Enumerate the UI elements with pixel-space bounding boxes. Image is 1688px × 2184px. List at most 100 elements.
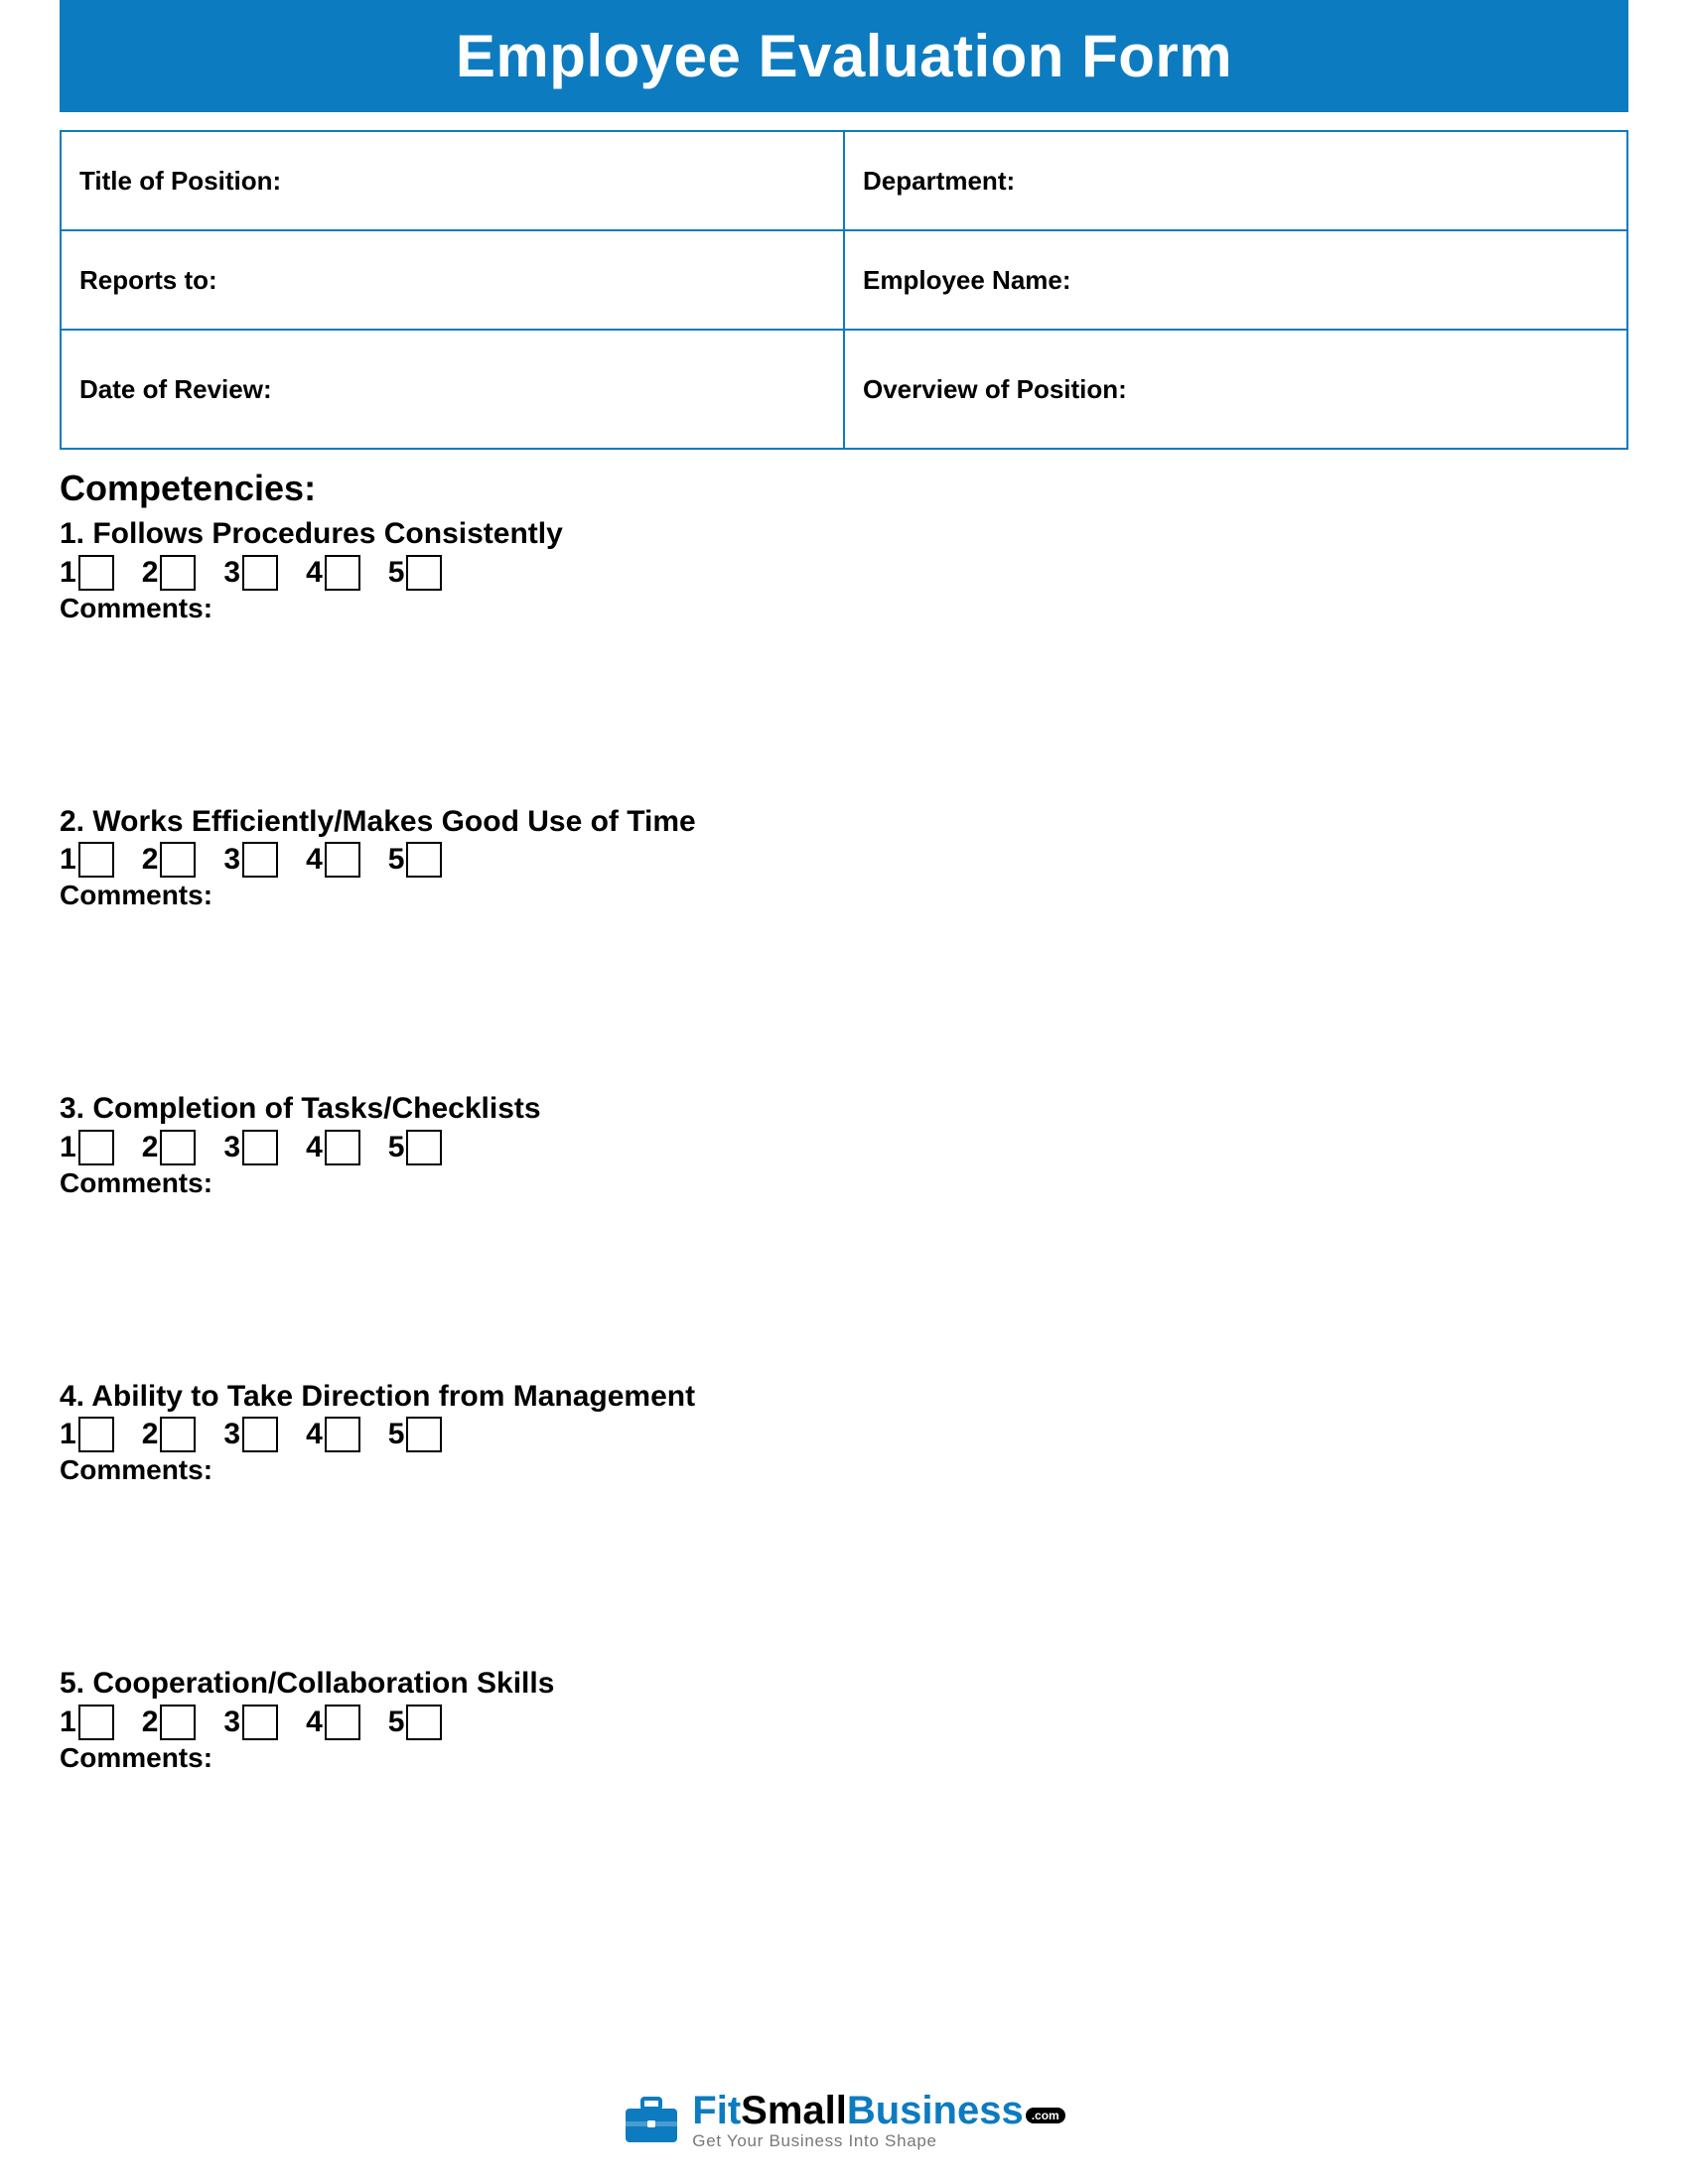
rating-option: 1 — [60, 1705, 114, 1740]
field-title-of-position[interactable]: Title of Position: — [61, 131, 844, 230]
briefcase-icon — [623, 2097, 680, 2144]
rating-option: 2 — [142, 555, 197, 591]
footer-tagline: Get Your Business Into Shape — [692, 2132, 936, 2149]
rating-checkbox[interactable] — [406, 1130, 442, 1165]
rating-checkbox[interactable] — [160, 842, 196, 878]
rating-number: 4 — [306, 843, 323, 877]
rating-number: 3 — [223, 556, 240, 590]
rating-checkbox[interactable] — [78, 842, 114, 878]
rating-option: 3 — [223, 555, 278, 591]
competency-block: 1. Follows Procedures Consistently1 23 4 5C… — [60, 515, 1628, 624]
rating-checkbox[interactable] — [78, 1417, 114, 1452]
rating-checkbox[interactable] — [160, 1705, 196, 1740]
brand-fit: Fit — [692, 2091, 741, 2130]
rating-option: 1 — [60, 555, 114, 591]
rating-number: 5 — [388, 556, 405, 590]
rating-row: 1 2 3 4 5 — [60, 842, 1628, 878]
rating-number: 2 — [142, 1706, 159, 1739]
rating-number: 2 — [142, 843, 159, 877]
rating-option: 1 — [60, 1417, 114, 1452]
rating-option: 5 — [388, 842, 443, 878]
competency-block: 4. Ability to Take Direction from Manage… — [60, 1378, 1628, 1487]
rating-option: 3 — [223, 1130, 278, 1165]
rating-row: 12345 — [60, 555, 1628, 591]
competency-block: 2. Works Efficiently/Makes Good Use of T… — [60, 803, 1628, 912]
competency-title: 3. Completion of Tasks/Checklists — [60, 1090, 1628, 1128]
rating-checkbox[interactable] — [160, 1417, 196, 1452]
rating-checkbox[interactable] — [406, 1417, 442, 1452]
rating-checkbox[interactable] — [160, 1130, 196, 1165]
rating-number: 5 — [388, 1418, 405, 1451]
rating-checkbox[interactable] — [242, 1130, 278, 1165]
rating-option: 1 — [60, 842, 114, 878]
rating-number: 4 — [306, 556, 323, 590]
comments-label: Comments: — [60, 1742, 1628, 1774]
rating-option: 1 — [60, 1130, 114, 1165]
field-employee-name[interactable]: Employee Name: — [844, 230, 1627, 330]
rating-option: 4 — [306, 1130, 360, 1165]
rating-option: 3 — [223, 842, 278, 878]
rating-number: 3 — [223, 1131, 240, 1164]
rating-row: 12345 — [60, 1130, 1628, 1165]
footer-brand: FitSmallBusiness.com — [692, 2091, 1064, 2130]
rating-checkbox[interactable] — [325, 1130, 360, 1165]
rating-row: 12 3 4 5 — [60, 1705, 1628, 1740]
brand-small: Small — [741, 2091, 847, 2130]
rating-number: 4 — [306, 1418, 323, 1451]
rating-number: 4 — [306, 1706, 323, 1739]
comments-label: Comments: — [60, 1167, 1628, 1199]
brand-dotcom: .com — [1026, 2108, 1065, 2123]
rating-number: 5 — [388, 1706, 405, 1739]
rating-checkbox[interactable] — [78, 1130, 114, 1165]
rating-number: 3 — [223, 1418, 240, 1451]
rating-checkbox[interactable] — [325, 842, 360, 878]
rating-checkbox[interactable] — [406, 842, 442, 878]
rating-option: 4 — [306, 1705, 360, 1740]
rating-checkbox[interactable] — [160, 555, 196, 591]
field-overview-of-position[interactable]: Overview of Position: — [844, 330, 1627, 449]
field-date-of-review[interactable]: Date of Review: — [61, 330, 844, 449]
rating-number: 4 — [306, 1131, 323, 1164]
comments-label: Comments: — [60, 880, 1628, 911]
rating-number: 1 — [60, 843, 76, 877]
footer: FitSmallBusiness.com Get Your Business I… — [0, 2091, 1688, 2149]
rating-number: 1 — [60, 556, 76, 590]
rating-checkbox[interactable] — [242, 1417, 278, 1452]
competencies-heading: Competencies: — [60, 468, 1628, 509]
rating-checkbox[interactable] — [78, 1705, 114, 1740]
rating-number: 5 — [388, 1131, 405, 1164]
competency-title: 4. Ability to Take Direction from Manage… — [60, 1378, 1628, 1416]
rating-checkbox[interactable] — [242, 842, 278, 878]
competency-title: 5. Cooperation/Collaboration Skills — [60, 1665, 1628, 1703]
rating-option: 2 — [142, 1130, 197, 1165]
rating-checkbox[interactable] — [406, 1705, 442, 1740]
competency-title: 1. Follows Procedures Consistently — [60, 515, 1628, 553]
rating-option: 5 — [388, 1417, 443, 1452]
field-department[interactable]: Department: — [844, 131, 1627, 230]
competency-title: 2. Works Efficiently/Makes Good Use of T… — [60, 803, 1628, 841]
rating-checkbox[interactable] — [325, 555, 360, 591]
rating-option: 5 — [388, 1130, 443, 1165]
rating-option: 2 — [142, 842, 197, 878]
rating-row: 123 4 5 — [60, 1417, 1628, 1452]
rating-number: 3 — [223, 1706, 240, 1739]
rating-checkbox[interactable] — [325, 1417, 360, 1452]
rating-option: 4 — [306, 1417, 360, 1452]
rating-option: 5 — [388, 1705, 443, 1740]
field-reports-to[interactable]: Reports to: — [61, 230, 844, 330]
rating-option: 2 — [142, 1417, 197, 1452]
info-table: Title of Position: Department: Reports t… — [60, 130, 1628, 450]
rating-number: 3 — [223, 843, 240, 877]
rating-checkbox[interactable] — [242, 1705, 278, 1740]
rating-option: 5 — [388, 555, 443, 591]
rating-checkbox[interactable] — [325, 1705, 360, 1740]
competency-block: 5. Cooperation/Collaboration Skills12 3 4 5… — [60, 1665, 1628, 1774]
rating-checkbox[interactable] — [242, 555, 278, 591]
rating-number: 1 — [60, 1131, 76, 1164]
comments-label: Comments: — [60, 593, 1628, 624]
rating-number: 5 — [388, 843, 405, 877]
brand-business: Business — [847, 2091, 1024, 2130]
rating-checkbox[interactable] — [78, 555, 114, 591]
rating-checkbox[interactable] — [406, 555, 442, 591]
competency-block: 3. Completion of Tasks/Checklists1 23 4 5Co… — [60, 1090, 1628, 1199]
